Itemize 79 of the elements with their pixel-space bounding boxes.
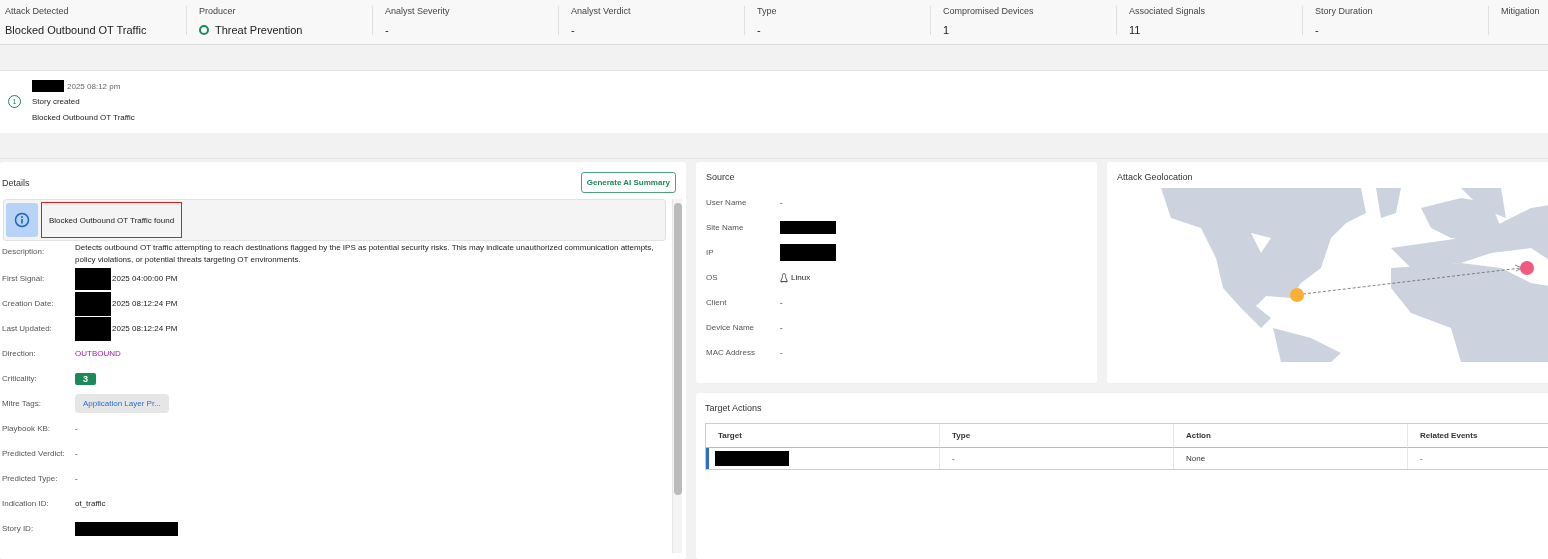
summary-label: Analyst Verdict: [571, 6, 632, 16]
field-value: -: [780, 321, 784, 334]
redaction-block: [780, 244, 836, 261]
info-icon: [6, 203, 38, 237]
field-value: -: [75, 447, 79, 460]
column-header: Type: [940, 424, 1174, 448]
summary-value: Threat Prevention: [215, 24, 303, 36]
field-label: User Name: [706, 198, 748, 207]
field-label: OS: [706, 273, 719, 282]
card-title: Details: [2, 177, 30, 188]
summary-label: Analyst Severity: [385, 6, 451, 16]
redaction-block: [75, 316, 111, 341]
field-label: Playbook KB:: [2, 424, 52, 433]
redaction-block: [780, 221, 836, 234]
redaction-block: [75, 291, 111, 316]
field-value: 2025 08:12:24 PM: [112, 297, 178, 310]
field-label: Last Updated:: [2, 324, 53, 333]
field-value: -: [780, 296, 784, 309]
field-label: Predicted Type:: [2, 474, 59, 483]
field-label: Predicted Verdict:: [2, 449, 66, 458]
mitre-tag[interactable]: Application Layer Pr...: [75, 394, 169, 413]
generate-summary-button[interactable]: Generate AI Summary: [580, 172, 676, 193]
field-label: Device Name: [706, 323, 755, 332]
field-value: 2025 08:12:24 PM: [112, 322, 178, 335]
timeline-title: Story created: [32, 96, 81, 106]
field-label: MAC Address: [706, 348, 756, 357]
summary-value: -: [571, 24, 575, 36]
redaction-block: [32, 80, 64, 92]
field-label: Story ID:: [2, 524, 35, 533]
target-location-dot: [1520, 261, 1534, 275]
scrollbar[interactable]: [672, 199, 682, 553]
summary-value: 1: [943, 24, 950, 36]
table-cell: -: [1420, 454, 1423, 463]
summary-value: -: [385, 24, 389, 36]
card-title: Source: [706, 172, 736, 182]
field-value: -: [75, 472, 79, 485]
summary-label: Mitigation: [1501, 6, 1541, 16]
column-header: Related Events: [1408, 424, 1548, 448]
source-location-dot: [1290, 288, 1304, 302]
summary-label: Attack Detected: [5, 6, 70, 16]
field-value: ot_traffic: [75, 497, 107, 510]
alert-text: Blocked Outbound OT Traffic found: [41, 202, 183, 238]
summary-label: Type: [757, 6, 778, 16]
field-label: Criticality:: [2, 374, 38, 383]
field-value: Linux: [791, 271, 811, 284]
summary-label: Story Duration: [1315, 6, 1374, 16]
field-value: -: [780, 196, 784, 209]
field-value: OUTBOUND: [75, 347, 122, 360]
column-header: Target: [706, 424, 940, 448]
criticality-badge: 3: [75, 372, 96, 385]
field-label: Direction:: [2, 349, 37, 358]
field-value: -: [75, 422, 79, 435]
redaction-block: [75, 267, 111, 290]
field-label: Indication ID:: [2, 499, 50, 508]
timeline-time: 2025 08:12 pm: [67, 81, 121, 91]
field-label: Description:: [2, 246, 46, 256]
summary-label: Associated Signals: [1129, 6, 1207, 16]
timeline-subtitle: Blocked Outbound OT Traffic: [32, 112, 136, 122]
status-ring-icon: [199, 25, 209, 35]
summary-value: -: [757, 24, 761, 36]
table-cell: -: [952, 454, 955, 463]
field-value: 2025 04:00:00 PM: [112, 272, 178, 285]
field-label: Creation Date:: [2, 299, 55, 308]
field-label: Client: [706, 298, 728, 307]
field-value: Detects outbound OT traffic attempting to reach destinations flagged by the IPS as potential security risks. This may indicate unauthorized communication attempts, policy violations, or potential threats targeting OT environments.: [75, 241, 655, 266]
field-label: Mitre Tags:: [2, 399, 42, 408]
summary-value: 11: [1129, 24, 1141, 36]
summary-label: Producer: [199, 6, 237, 16]
field-label: First Signal:: [2, 274, 46, 283]
field-label: Site Name: [706, 223, 745, 232]
column-header: Action: [1174, 424, 1408, 448]
table-cell: None: [1186, 454, 1206, 463]
summary-value: -: [1315, 24, 1319, 36]
summary-label: Compromised Devices: [943, 6, 1035, 16]
field-label: IP: [706, 248, 715, 257]
card-title: Attack Geolocation: [1117, 172, 1194, 182]
card-title: Target Actions: [705, 403, 763, 413]
summary-value: Blocked Outbound OT Traffic: [5, 24, 147, 36]
field-value: -: [780, 346, 784, 359]
